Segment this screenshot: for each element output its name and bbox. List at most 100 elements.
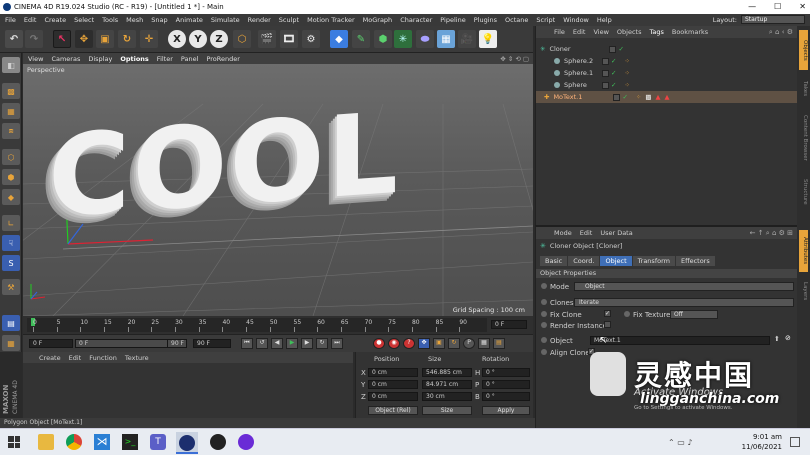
rotation-h-field[interactable]: 0 ° xyxy=(482,368,530,377)
texture-mode-icon[interactable]: ▦ xyxy=(2,103,20,119)
object-anim-icon[interactable] xyxy=(541,337,547,343)
object-row-sphere[interactable]: Sphere ✓ ⁘ xyxy=(536,79,797,91)
x-axis-icon[interactable]: X xyxy=(168,30,186,48)
side-tab-layers[interactable]: Layers xyxy=(799,276,808,306)
material-menu-function[interactable]: Function xyxy=(89,354,117,362)
render-instances-anim-icon[interactable] xyxy=(541,322,547,328)
enabled-check-icon[interactable]: ✓ xyxy=(611,57,616,65)
deformer-icon[interactable]: ⬬ xyxy=(416,30,434,48)
object-link-pick-icon[interactable]: ⬆ xyxy=(774,335,780,343)
phong-tag-icon[interactable]: ⁘ xyxy=(636,93,641,101)
object-menu-file[interactable]: File xyxy=(554,28,565,36)
menu-animate[interactable]: Animate xyxy=(176,16,203,24)
scale-icon[interactable]: ▣ xyxy=(96,30,114,48)
close-button[interactable]: ✕ xyxy=(799,2,806,11)
attr-nav-icons[interactable]: ← ↑ ⌕ ⌂ ⚙ ⊞ xyxy=(750,229,793,238)
workplane-lock-icon[interactable]: ▤ xyxy=(2,315,20,331)
move-icon[interactable]: ✥ xyxy=(75,30,93,48)
phong-tag-icon[interactable]: ⁘ xyxy=(624,57,629,65)
record-icon[interactable]: ● xyxy=(373,338,385,349)
timeline-window-icon[interactable]: ▤ xyxy=(493,338,505,349)
menu-simulate[interactable]: Simulate xyxy=(211,16,240,24)
rotation-b-field[interactable]: 0 ° xyxy=(482,392,530,401)
start-frame-field[interactable]: 0 F xyxy=(29,339,73,348)
size-y-field[interactable]: 84.971 cm xyxy=(422,380,472,389)
object-row-motext1[interactable]: ✚ MoText.1 ✓ ⁘ ▩ ▲ ▲ xyxy=(536,91,797,103)
timeline[interactable]: 0 5 10 15 20 25 30 35 40 45 50 55 60 65 70 75 80 85 90 0 F xyxy=(23,316,533,334)
object-name[interactable]: Sphere.2 xyxy=(564,57,600,65)
menu-file[interactable]: File xyxy=(5,16,16,24)
rotate-icon[interactable]: ↻ xyxy=(118,30,136,48)
menu-window[interactable]: Window xyxy=(563,16,589,24)
object-link-clear-icon[interactable]: ⊘ xyxy=(785,334,791,342)
layer-toggle[interactable] xyxy=(602,57,609,65)
subdivision-icon[interactable]: ⬢ xyxy=(374,30,392,48)
menu-render[interactable]: Render xyxy=(248,16,271,24)
coordinate-mode-dropdown[interactable]: Object (Rel) xyxy=(368,406,418,415)
warning-tag-icon[interactable]: ▲ xyxy=(656,93,661,101)
layer-toggle[interactable] xyxy=(602,81,609,89)
attr-menu-user-data[interactable]: User Data xyxy=(600,229,632,237)
key-rotation-icon[interactable]: ↻ xyxy=(448,338,460,349)
side-tab-attributes[interactable]: Attributes xyxy=(799,230,808,272)
layer-toggle[interactable] xyxy=(613,93,621,101)
play-icon[interactable]: ▶ xyxy=(286,338,298,349)
vscode-icon[interactable]: ⋊ xyxy=(94,434,110,450)
terminal-icon[interactable]: >_ xyxy=(122,434,138,450)
enabled-check-icon[interactable]: ✓ xyxy=(622,93,627,101)
material-menu-texture[interactable]: Texture xyxy=(125,354,149,362)
object-menu-tags[interactable]: Tags xyxy=(649,28,663,36)
camera-icon[interactable]: 🎥 xyxy=(458,30,476,48)
viewport-menu-cameras[interactable]: Cameras xyxy=(51,55,80,63)
tab-effectors[interactable]: Effectors xyxy=(675,256,715,266)
enabled-check-icon[interactable]: ✓ xyxy=(618,45,623,53)
apply-button[interactable]: Apply xyxy=(482,406,530,415)
viewport-menu-prorender[interactable]: ProRender xyxy=(206,55,239,63)
obs-icon[interactable] xyxy=(210,434,226,450)
object-link-field[interactable]: MoText.1 xyxy=(590,336,770,345)
tab-coord[interactable]: Coord. xyxy=(568,256,600,266)
enabled-check-icon[interactable]: ✓ xyxy=(611,69,616,77)
rotation-p-field[interactable]: 0 ° xyxy=(482,380,530,389)
align-clone-anim-icon[interactable] xyxy=(541,349,547,355)
minimize-button[interactable]: — xyxy=(748,2,756,11)
render-settings-icon[interactable]: ⚙ xyxy=(302,30,320,48)
material-menu-create[interactable]: Create xyxy=(39,354,61,362)
side-tab-objects[interactable]: Objects xyxy=(799,30,808,70)
points-mode-icon[interactable]: ⬡ xyxy=(2,149,20,165)
snap-icon[interactable]: S xyxy=(2,255,20,271)
key-pla-icon[interactable]: ▦ xyxy=(478,338,490,349)
menu-pipeline[interactable]: Pipeline xyxy=(440,16,465,24)
object-row-sphere1[interactable]: Sphere.1 ✓ ⁘ xyxy=(536,67,797,79)
tweak-icon[interactable]: ☟ xyxy=(2,235,20,251)
previous-frame-icon[interactable]: ◀ xyxy=(271,338,283,349)
polygons-mode-icon[interactable]: ◆ xyxy=(2,189,20,205)
object-name[interactable]: Sphere xyxy=(564,81,600,89)
perspective-viewport[interactable]: Perspective COOL Grid Spacing : 100 cm xyxy=(23,64,533,316)
fix-clone-checkbox[interactable]: ✓ xyxy=(604,310,611,317)
object-menu-edit[interactable]: Edit xyxy=(573,28,586,36)
key-scale-icon[interactable]: ▣ xyxy=(433,338,445,349)
previous-key-icon[interactable]: ↺ xyxy=(256,338,268,349)
tab-transform[interactable]: Transform xyxy=(632,256,675,266)
position-z-field[interactable]: 0 cm xyxy=(368,392,418,401)
object-menu-objects[interactable]: Objects xyxy=(617,28,642,36)
mode-anim-icon[interactable] xyxy=(541,283,547,289)
menu-plugins[interactable]: Plugins xyxy=(474,16,497,24)
size-mode-dropdown[interactable]: Size xyxy=(422,406,472,415)
layer-toggle[interactable] xyxy=(602,69,609,77)
enable-axis-icon[interactable]: ∟ xyxy=(2,215,20,231)
object-menu-bookmarks[interactable]: Bookmarks xyxy=(672,28,708,36)
layout-dropdown[interactable]: Startup xyxy=(741,15,805,24)
teams-icon[interactable]: T xyxy=(150,434,166,450)
size-x-field[interactable]: 546.885 cm xyxy=(422,368,472,377)
menu-script[interactable]: Script xyxy=(536,16,555,24)
cube-icon[interactable]: ◆ xyxy=(330,30,348,48)
render-picture-viewer-icon[interactable]: 🎞 xyxy=(280,30,298,48)
menu-sculpt[interactable]: Sculpt xyxy=(279,16,299,24)
side-tab-structure[interactable]: Structure xyxy=(799,172,808,212)
viewport-menu-options[interactable]: Options xyxy=(120,55,148,63)
material-menu-edit[interactable]: Edit xyxy=(69,354,82,362)
system-tray-icons[interactable]: ⌃ ▭ ♪ xyxy=(668,438,692,447)
object-name[interactable]: MoText.1 xyxy=(553,93,589,101)
